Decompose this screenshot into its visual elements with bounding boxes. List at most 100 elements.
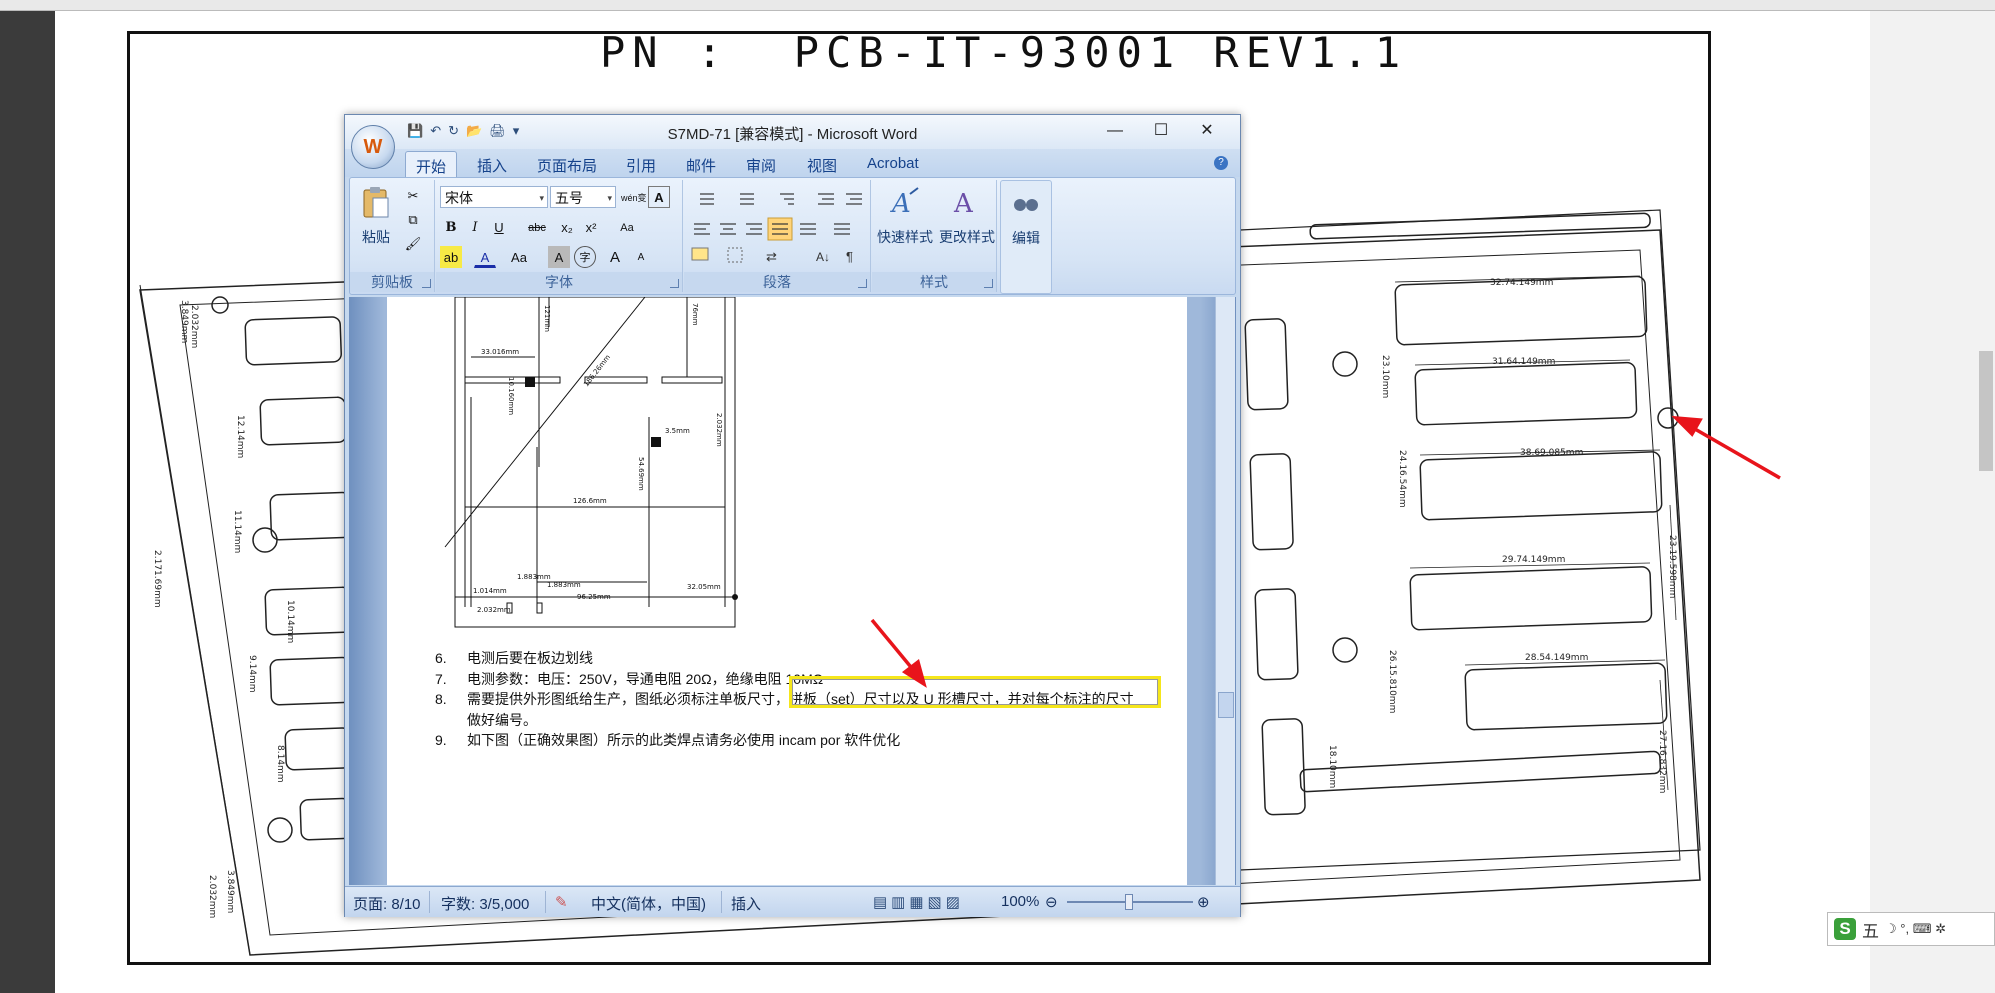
tab-mailings[interactable]: 邮件 xyxy=(686,155,716,176)
paste-icon xyxy=(363,187,389,218)
group-styles: A 快速样式 A 更改样式 样式 xyxy=(872,180,997,292)
ime-toolbar[interactable]: S 五 ☽ °, ⌨ ✲ xyxy=(1827,912,1995,946)
figure-label: 2.032mm xyxy=(715,413,723,447)
shrink-font-button[interactable]: A xyxy=(630,246,652,268)
close-button[interactable]: ✕ xyxy=(1184,119,1230,143)
editing-button[interactable]: 编辑 xyxy=(1003,187,1049,248)
tab-acrobat[interactable]: Acrobat xyxy=(867,155,919,172)
status-insert-mode[interactable]: 插入 xyxy=(731,893,761,914)
grow-font-button[interactable]: A xyxy=(604,246,626,268)
dim-label: 10.14mm xyxy=(285,600,295,643)
status-page[interactable]: 页面: 8/10 xyxy=(353,893,421,914)
red-arrow-right xyxy=(1671,415,1781,480)
ribbon-home: 粘贴 ✂ ⧉ 🖌 剪贴板 宋体 ▾ 五号 ▾ wén变 A B I U abc x₂… xyxy=(349,177,1236,295)
svg-text:⇄: ⇄ xyxy=(766,249,777,264)
document-page[interactable]: 33.016mm 10.160mm 126.6mm 3.5mm 2.032mm … xyxy=(387,297,1187,885)
group-label: 样式 xyxy=(872,272,996,292)
maximize-button[interactable]: ☐ xyxy=(1138,119,1184,143)
dim-label: 2.032mm xyxy=(189,305,199,348)
figure-label: 76mm xyxy=(691,303,699,326)
status-language[interactable]: 中文(简体，中国) xyxy=(591,893,706,914)
zoom-in-icon[interactable]: ⊕ xyxy=(1197,893,1210,911)
document-scrollbar[interactable] xyxy=(1215,297,1235,885)
dim-label: 2.171.69mm xyxy=(152,550,162,608)
strikethrough-button[interactable]: abc xyxy=(526,216,548,238)
zoom-out-icon[interactable]: ⊖ xyxy=(1045,893,1058,911)
char-border-button[interactable]: A xyxy=(648,186,670,208)
group-paragraph: ⇄ A↓ ¶ 段落 xyxy=(684,180,871,292)
status-word-count[interactable]: 字数: 3/5,000 xyxy=(441,893,529,914)
tab-page-layout[interactable]: 页面布局 xyxy=(537,155,597,176)
dim-label: 29.74.149mm xyxy=(1502,555,1565,565)
dim-label: 28.54.149mm xyxy=(1525,653,1588,663)
zoom-level[interactable]: 100% xyxy=(1001,893,1039,910)
figure-label: 1.014mm xyxy=(473,587,507,595)
svg-text:A: A xyxy=(890,189,911,219)
styles-launcher[interactable] xyxy=(984,279,993,288)
dim-label: 31.64.149mm xyxy=(1492,357,1555,367)
tab-review[interactable]: 审阅 xyxy=(746,155,776,176)
italic-button[interactable]: I xyxy=(464,216,486,238)
tab-insert[interactable]: 插入 xyxy=(477,155,507,176)
ime-symbols[interactable]: ☽ °, ⌨ ✲ xyxy=(1885,921,1946,937)
help-icon[interactable]: ? xyxy=(1214,156,1228,170)
tab-view[interactable]: 视图 xyxy=(807,155,837,176)
dim-label: 38.69.085mm xyxy=(1520,448,1583,458)
view-buttons[interactable]: ▤▥▦▧▨ xyxy=(873,893,964,911)
enclose-char-button[interactable]: 字 xyxy=(574,246,596,268)
document-area: 33.016mm 10.160mm 126.6mm 3.5mm 2.032mm … xyxy=(349,297,1236,885)
copy-icon[interactable]: ⧉ xyxy=(402,208,424,230)
tab-references[interactable]: 引用 xyxy=(626,155,656,176)
figure-label: 54.69mm xyxy=(637,457,645,491)
dim-label: 3.849mm xyxy=(225,870,235,913)
figure-label: 121mm xyxy=(543,305,551,332)
svg-text:A: A xyxy=(953,189,974,219)
font-name-combo[interactable]: 宋体 ▾ xyxy=(440,186,548,208)
dim-label: 12.14mm xyxy=(235,415,245,458)
figure-label: 3.5mm xyxy=(665,427,690,435)
char-shading-button[interactable]: A xyxy=(548,246,570,268)
subscript-button[interactable]: x₂ xyxy=(556,216,578,238)
font-color-button[interactable]: A xyxy=(474,246,496,268)
font-size-combo[interactable]: 五号 ▾ xyxy=(550,186,616,208)
list-item: 9. 如下图（正确效果图）所示的此类焊点请务必使用 incam por 软件优化 xyxy=(435,732,901,749)
clipboard-launcher[interactable] xyxy=(422,279,431,288)
phonetic-guide-button[interactable]: wén变 xyxy=(620,186,648,208)
group-label: 字体 xyxy=(436,272,682,292)
word-window: 💾 ↶ ↻ 📂 🖨 ▾ S7MD-71 [兼容模式] - Microsoft W… xyxy=(344,114,1241,917)
change-styles-button[interactable]: A 更改样式 xyxy=(936,186,998,247)
dim-label: 32.74.149mm xyxy=(1490,278,1553,288)
paragraph-tools[interactable]: ⇄ A↓ ¶ xyxy=(688,186,866,266)
dim-label: 9.14mm xyxy=(247,655,257,693)
zoom-slider-thumb[interactable] xyxy=(1125,894,1133,910)
highlight-button[interactable]: ab xyxy=(440,246,462,268)
bold-button[interactable]: B xyxy=(440,216,462,238)
word-titlebar[interactable]: 💾 ↶ ↻ 📂 🖨 ▾ S7MD-71 [兼容模式] - Microsoft W… xyxy=(345,115,1240,149)
change-case-button[interactable]: Aa xyxy=(508,246,530,268)
format-painter-icon[interactable]: 🖌 xyxy=(402,232,424,254)
figure-label: 2.032mm xyxy=(477,606,511,614)
quick-styles-button[interactable]: A 快速样式 xyxy=(874,186,936,247)
underline-button[interactable]: U xyxy=(488,216,510,238)
ime-mode[interactable]: 五 xyxy=(1862,917,1879,942)
paragraph-launcher[interactable] xyxy=(858,279,867,288)
clear-formatting-button[interactable]: Aa xyxy=(616,216,638,238)
font-launcher[interactable] xyxy=(670,279,679,288)
figure-label: 126.6mm xyxy=(573,497,607,505)
proofing-icon[interactable]: ✎ xyxy=(555,893,568,911)
cut-icon[interactable]: ✂ xyxy=(402,184,424,206)
document-scroll-thumb[interactable] xyxy=(1218,692,1234,718)
paste-button[interactable]: 粘贴 xyxy=(356,186,396,247)
figure-label: 32.05mm xyxy=(687,583,721,591)
dim-label: 23.19.598mm xyxy=(1667,535,1677,598)
office-button[interactable]: W xyxy=(351,125,395,169)
embedded-figure: 33.016mm 10.160mm 126.6mm 3.5mm 2.032mm … xyxy=(444,297,738,628)
superscript-button[interactable]: x² xyxy=(580,216,602,238)
group-font: 宋体 ▾ 五号 ▾ wén变 A B I U abc x₂ x² Aa ab A A… xyxy=(436,180,683,292)
minimize-button[interactable]: — xyxy=(1092,119,1138,143)
figure-label: 10.160mm xyxy=(507,377,515,415)
dim-label: 8.14mm xyxy=(275,745,285,783)
dim-label: 23.10mm xyxy=(1380,355,1390,398)
dim-label: 26.15.810mm xyxy=(1387,650,1397,713)
dim-label: 3.849mm xyxy=(179,300,189,343)
